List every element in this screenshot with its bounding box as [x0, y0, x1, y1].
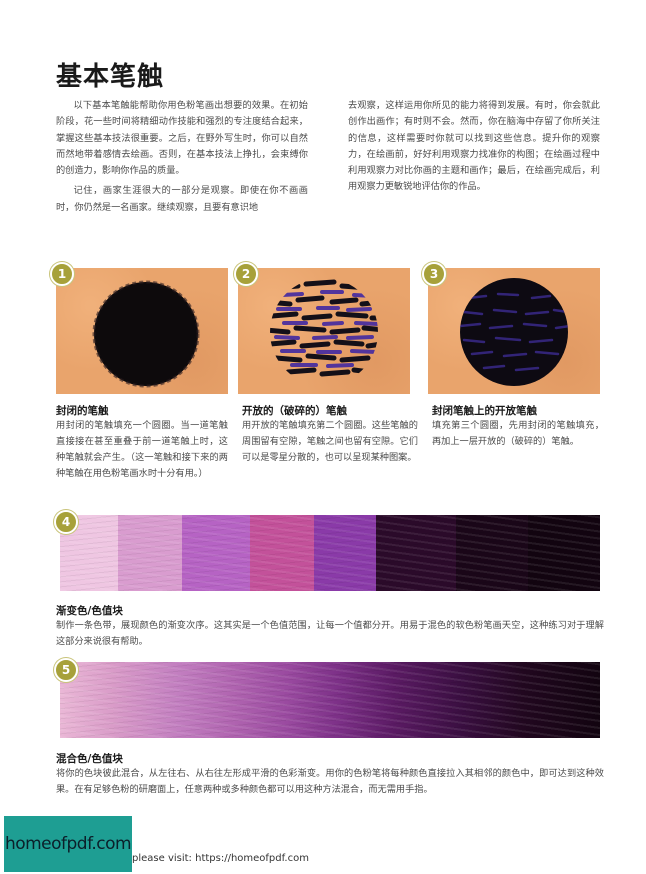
step-description: 填充第三个圆圈，先用封闭的笔触填充，再加上一层开放的（破碎的）笔触。: [432, 420, 604, 447]
step-title: 封闭的笔触: [56, 405, 109, 417]
closed-stroke-circle-illustration: [92, 280, 200, 388]
step-title: 开放的（破碎的）笔触: [242, 405, 347, 417]
intro-column-left: 以下基本笔触能帮助你用色粉笔画出想要的效果。在初始阶段，花一些时间将精细动作技能…: [56, 98, 308, 220]
step-title: 混合色/色值块: [56, 753, 123, 765]
intro-column-right: 去观察，这样运用你所见的能力将得到发展。有时，你会就此创作出画作；有时则不会。然…: [348, 98, 600, 200]
step-number-badge: 2: [234, 262, 258, 286]
step-number-badge: 3: [422, 262, 446, 286]
step-title: 渐变色/色值块: [56, 605, 123, 617]
value-blocks-strip: [60, 515, 600, 591]
step-number-badge: 1: [50, 262, 74, 286]
footer-link-text[interactable]: please visit: https://homeofpdf.com: [132, 853, 309, 864]
intro-paragraph: 记住，画家生涯很大的一部分是观察。即使在你不画画时，你仍然是一名画家。继续观察，…: [56, 185, 308, 213]
blended-value-strip: [60, 662, 600, 738]
open-stroke-circle-illustration: [270, 279, 378, 377]
closed-stroke-circle-image: [56, 268, 228, 394]
step-description: 用开放的笔触填充第二个圆圈。这些笔触的周围留有空隙，笔触之间也留有空隙。它们可以…: [242, 420, 418, 463]
intro-paragraph: 去观察，这样运用你所见的能力将得到发展。有时，你会就此创作出画作；有时则不会。然…: [348, 100, 600, 193]
site-logo[interactable]: homeofpdf.com: [4, 816, 132, 872]
step-title: 封闭笔触上的开放笔触: [432, 405, 537, 417]
intro-paragraph: 以下基本笔触能帮助你用色粉笔画出想要的效果。在初始阶段，花一些时间将精细动作技能…: [56, 100, 308, 177]
page-title: 基本笔触: [56, 62, 165, 92]
open-stroke-circle-image: [238, 268, 410, 394]
open-over-closed-circle-image: [428, 268, 600, 394]
step-description: 将你的色块彼此混合，从左往右、从右往左形成平滑的色彩渐变。用你的色粉笔将每种颜色…: [56, 768, 604, 795]
step-number-badge: 4: [54, 510, 78, 534]
step-number-badge: 5: [54, 658, 78, 682]
open-over-closed-circle-illustration: [460, 278, 568, 386]
step-description: 用封闭的笔触填充一个圆圈。当一道笔触直接接在甚至重叠于前一道笔触上时，这种笔触就…: [56, 420, 228, 479]
step-description: 制作一条色带，展现颜色的渐变次序。这其实是一个色值范围，让每一个值都分开。用易于…: [56, 620, 604, 647]
